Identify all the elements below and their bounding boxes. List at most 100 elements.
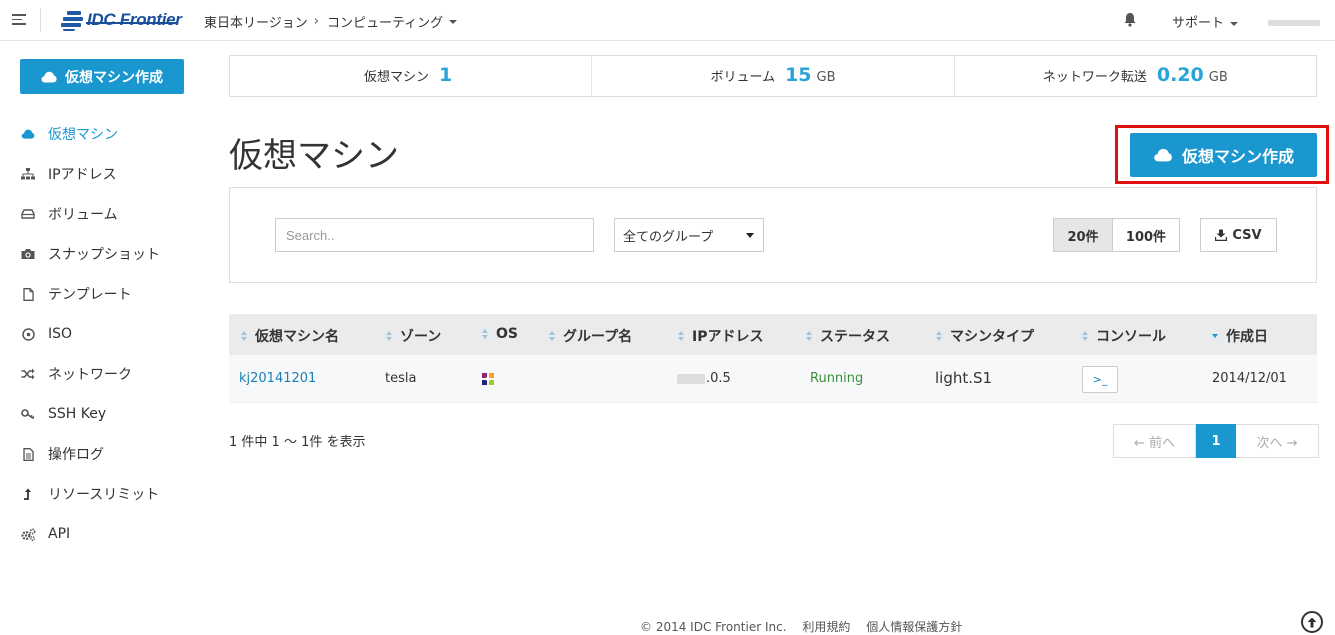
column-header-os[interactable]: OS — [482, 326, 518, 342]
idc-frontier-logo[interactable]: IDC Frontier — [61, 6, 182, 34]
sidebar-item-network[interactable]: ネットワーク — [20, 354, 210, 394]
sidebar-item-ssh-key[interactable]: SSH Key — [20, 394, 210, 434]
sidebar-item-ip[interactable]: IPアドレス — [20, 154, 210, 194]
sort-icon — [936, 331, 944, 341]
hdd-icon — [20, 206, 36, 222]
usage-summary: 仮想マシン 1 ボリューム 15 GB ネットワーク転送 0.20 GB — [229, 55, 1317, 97]
next-page-button[interactable]: 次へ → — [1236, 424, 1319, 458]
search-input[interactable] — [275, 218, 594, 252]
stat-vm: 仮想マシン 1 — [230, 56, 593, 96]
group-select[interactable]: 全てのグループ — [614, 218, 764, 252]
camera-icon — [20, 246, 36, 262]
column-header-machine-type[interactable]: マシンタイプ — [936, 326, 1034, 346]
sidebar-item-label: テンプレート — [48, 287, 132, 303]
sidebar-item-volume[interactable]: ボリューム — [20, 194, 210, 234]
stat-volume: ボリューム 15 GB — [592, 56, 955, 96]
shuffle-icon — [20, 366, 36, 382]
breadcrumb-section[interactable]: コンピューティング — [327, 12, 443, 31]
stat-network-value: 0.20 — [1156, 64, 1204, 86]
copyright: © 2014 IDC Frontier Inc. — [640, 620, 787, 634]
scroll-top-icon[interactable] — [1301, 611, 1323, 633]
stat-network-unit: GB — [1208, 70, 1228, 85]
breadcrumb-region[interactable]: 東日本リージョン — [204, 12, 308, 31]
table-row: kj20141201 tesla .0.5 Running light.S1 >… — [229, 355, 1317, 403]
sitemap-icon — [20, 166, 36, 182]
chevron-down-icon — [746, 233, 754, 238]
sidebar-item-resource-limit[interactable]: リソースリミット — [20, 474, 210, 514]
terms-link[interactable]: 利用規約 — [802, 620, 850, 634]
breadcrumb-separator: › — [313, 14, 319, 29]
download-icon — [1215, 229, 1228, 241]
ip-redacted — [677, 373, 705, 384]
vm-name-link[interactable]: kj20141201 — [239, 371, 316, 386]
level-up-icon — [20, 486, 36, 502]
sort-icon — [1082, 331, 1090, 341]
column-header-status[interactable]: ステータス — [806, 326, 890, 346]
sidebar-nav: 仮想マシン IPアドレス ボリューム スナップショット テンプレート ISO ネ… — [20, 114, 210, 554]
created-cell: 2014/12/01 — [1212, 371, 1287, 386]
sidebar-item-vm[interactable]: 仮想マシン — [20, 114, 210, 154]
logo-underline — [86, 22, 176, 24]
stat-volume-unit: GB — [816, 70, 836, 85]
column-header-label: ステータス — [820, 329, 890, 345]
column-header-group[interactable]: グループ名 — [549, 326, 632, 346]
page-title: 仮想マシン — [229, 136, 399, 176]
create-vm-button[interactable]: 仮想マシン作成 — [1130, 133, 1317, 177]
stat-vm-count: 1 — [439, 64, 453, 86]
csv-download-button[interactable]: CSV — [1200, 218, 1277, 252]
stat-network-label: ネットワーク転送 — [1042, 70, 1147, 85]
per-page-100-button[interactable]: 100件 — [1113, 218, 1180, 252]
csv-label: CSV — [1232, 227, 1262, 243]
menu-toggle-icon[interactable] — [12, 14, 26, 26]
column-header-label: OS — [496, 326, 518, 342]
prev-page-button[interactable]: ← 前へ — [1113, 424, 1196, 458]
per-page-20-button[interactable]: 20件 — [1053, 218, 1113, 252]
logo-text: IDC Frontier — [87, 10, 182, 29]
sort-icon — [549, 331, 557, 341]
sidebar-item-snapshot[interactable]: スナップショット — [20, 234, 210, 274]
disc-icon — [20, 326, 36, 342]
column-header-ip[interactable]: IPアドレス — [678, 326, 763, 346]
user-menu[interactable] — [1268, 20, 1320, 26]
cloud-icon — [20, 126, 36, 142]
console-button[interactable]: >_ — [1082, 366, 1118, 393]
support-menu[interactable]: サポート — [1172, 12, 1239, 31]
terminal-icon: >_ — [1092, 373, 1108, 386]
column-header-zone[interactable]: ゾーン — [386, 326, 441, 346]
stat-network: ネットワーク転送 0.20 GB — [955, 56, 1316, 96]
stat-volume-label: ボリューム — [710, 70, 776, 85]
sidebar-item-label: スナップショット — [48, 247, 160, 263]
table-header: 仮想マシン名 ゾーン OS グループ名 IPアドレス ステータス マシンタイプ … — [229, 314, 1317, 355]
sort-icon — [386, 331, 394, 341]
sidebar-item-label: ISO — [48, 326, 73, 342]
column-header-label: 仮想マシン名 — [255, 329, 339, 345]
chevron-down-icon[interactable] — [449, 19, 458, 24]
column-header-console[interactable]: コンソール — [1082, 326, 1166, 346]
sidebar-item-api[interactable]: API — [20, 514, 210, 554]
column-header-name[interactable]: 仮想マシン名 — [241, 326, 339, 346]
ip-cell: .0.5 — [677, 371, 731, 386]
sort-icon — [482, 329, 490, 339]
column-header-created[interactable]: 作成日 — [1212, 326, 1268, 346]
sidebar-item-label: ボリューム — [48, 207, 118, 223]
sidebar-create-vm-button[interactable]: 仮想マシン作成 — [20, 59, 184, 94]
cogs-icon — [20, 526, 36, 542]
sidebar-item-label: SSH Key — [48, 406, 107, 422]
sort-desc-icon — [1212, 331, 1220, 341]
vm-table: 仮想マシン名 ゾーン OS グループ名 IPアドレス ステータス マシンタイプ … — [229, 314, 1317, 403]
ip-suffix: .0.5 — [706, 371, 731, 386]
sidebar-item-operation-log[interactable]: 操作ログ — [20, 434, 210, 474]
breadcrumb: 東日本リージョン › コンピューティング — [204, 12, 458, 31]
sidebar-item-template[interactable]: テンプレート — [20, 274, 210, 314]
page-1-button[interactable]: 1 — [1196, 424, 1236, 458]
divider — [40, 8, 41, 32]
file-icon — [20, 286, 36, 302]
top-bar: IDC Frontier 東日本リージョン › コンピューティング サポート — [0, 0, 1335, 41]
bell-icon[interactable] — [1123, 12, 1137, 31]
sidebar-item-iso[interactable]: ISO — [20, 314, 210, 354]
privacy-link[interactable]: 個人情報保護方針 — [866, 620, 962, 634]
cloud-icon — [1154, 148, 1172, 162]
sidebar-create-vm-label: 仮想マシン作成 — [65, 69, 163, 86]
support-label: サポート — [1172, 16, 1225, 31]
column-header-label: マシンタイプ — [950, 329, 1034, 345]
